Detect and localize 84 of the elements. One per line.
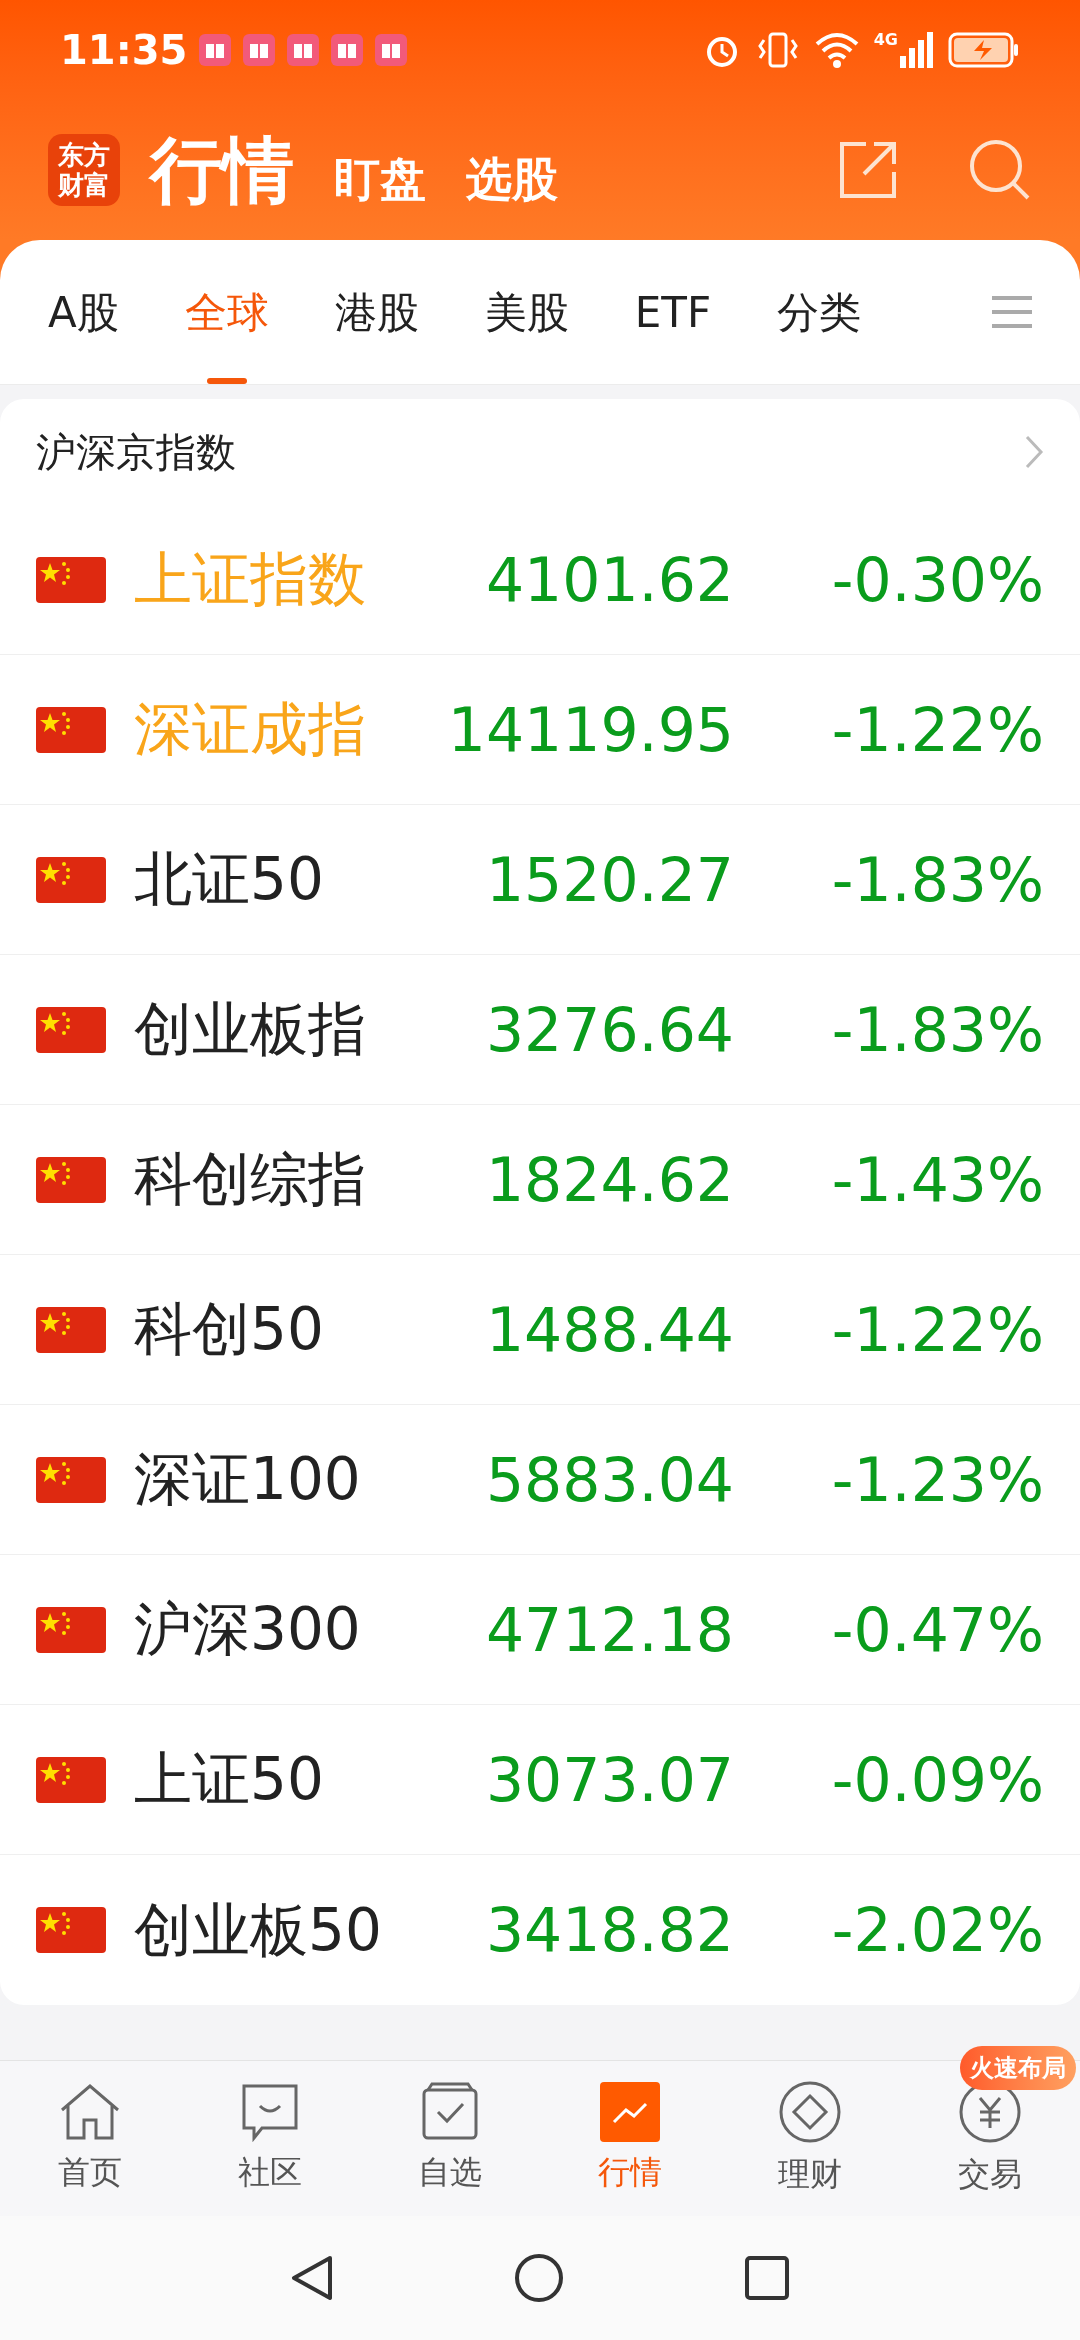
battery-icon [948, 32, 1020, 68]
network-label: 4G [873, 32, 898, 48]
menu-icon[interactable] [992, 295, 1032, 329]
notification-icon [287, 34, 320, 66]
nav-tab[interactable]: 理财 [778, 2079, 842, 2198]
index-price: 1520.27 [484, 843, 734, 917]
nav-tab[interactable]: 社区 [238, 2081, 302, 2196]
index-price: 3276.64 [484, 993, 734, 1067]
home-icon [58, 2081, 122, 2142]
index-row[interactable]: 上证50 3073.07 -0.09% [0, 1705, 1080, 1855]
market-tab[interactable]: ETF [634, 240, 712, 384]
index-name: 科创50 [134, 1294, 325, 1365]
home-button-icon[interactable] [514, 2253, 564, 2303]
index-row[interactable]: 创业板50 3418.82 -2.02% [0, 1855, 1080, 2005]
notification-icon [331, 34, 364, 66]
signal-icon [900, 32, 934, 68]
index-name: 北证50 [134, 844, 325, 915]
promo-tooltip: 火速布局 [960, 2045, 1076, 2090]
index-row[interactable]: 深证成指 14119.95 -1.22% [0, 655, 1080, 805]
index-row[interactable]: 北证50 1520.27 -1.83% [0, 805, 1080, 955]
flag-icon [36, 1907, 106, 1953]
page-title: 行情 [150, 127, 294, 214]
index-name: 深证成指 [134, 694, 367, 765]
market-tab[interactable]: A股 [48, 240, 119, 384]
notification-icon [243, 34, 276, 66]
index-row[interactable]: 创业板指 3276.64 -1.83% [0, 955, 1080, 1105]
tab-indicator [206, 378, 247, 384]
app-logo: 东方财富 [48, 134, 120, 206]
index-name: 科创综指 [134, 1144, 367, 1215]
index-row[interactable]: 科创50 1488.44 -1.22% [0, 1255, 1080, 1405]
flag-icon [36, 856, 106, 903]
index-name: 上证50 [134, 1744, 325, 1815]
market-tab[interactable]: 分类 [777, 240, 862, 384]
nav-tab[interactable]: 首页 [58, 2081, 122, 2196]
flag-icon [36, 1456, 106, 1503]
share-icon[interactable] [838, 140, 898, 200]
index-change: -2.02% [830, 1894, 1044, 1967]
index-price: 5883.04 [484, 1443, 734, 1517]
index-price: 1824.62 [484, 1143, 734, 1217]
search-icon[interactable] [968, 138, 1032, 202]
index-name: 深证100 [134, 1444, 362, 1515]
status-time: 11:35 [60, 26, 188, 75]
index-price: 14119.95 [446, 693, 734, 767]
index-name: 创业板指 [134, 994, 367, 1065]
index-change: -1.83% [830, 993, 1044, 1067]
index-name: 创业板50 [134, 1894, 383, 1966]
index-change: -1.22% [830, 693, 1044, 767]
flag-icon [36, 1606, 106, 1653]
index-price: 4101.62 [484, 543, 734, 617]
nav-tab[interactable]: 自选 [418, 2081, 482, 2196]
flag-icon [36, 706, 106, 753]
wifi-icon [813, 30, 860, 70]
index-change: -1.83% [830, 843, 1044, 917]
index-price: 3418.82 [484, 1894, 734, 1967]
index-change: -1.22% [830, 1293, 1044, 1367]
flag-icon [36, 1156, 106, 1203]
notification-icon [199, 34, 232, 66]
index-change: -1.43% [830, 1143, 1044, 1217]
market-tab[interactable]: 美股 [484, 240, 569, 384]
chart-icon [600, 2081, 660, 2142]
index-change: -1.23% [830, 1443, 1044, 1517]
recents-icon[interactable] [744, 2255, 790, 2301]
index-change: -0.30% [830, 543, 1044, 617]
back-icon[interactable] [290, 2254, 334, 2302]
index-row[interactable]: 上证指数 4101.62 -0.30% [0, 505, 1080, 655]
flag-icon [36, 556, 106, 603]
index-change: -0.47% [830, 1593, 1044, 1667]
index-price: 1488.44 [484, 1293, 734, 1367]
chevron-right-icon[interactable] [1024, 434, 1044, 470]
flag-icon [36, 1306, 106, 1353]
section-title: 沪深京指数 [36, 428, 236, 477]
index-change: -0.09% [830, 1743, 1044, 1817]
index-price: 3073.07 [484, 1743, 734, 1817]
notification-icon [375, 34, 408, 66]
index-name: 沪深300 [134, 1594, 362, 1665]
flag-icon [36, 1756, 106, 1803]
flag-icon [36, 1006, 106, 1053]
index-row[interactable]: 科创综指 1824.62 -1.43% [0, 1105, 1080, 1255]
checkbox-icon [420, 2081, 480, 2142]
index-name: 上证指数 [134, 544, 367, 615]
index-price: 4712.18 [484, 1593, 734, 1667]
market-tab[interactable]: 港股 [334, 240, 419, 384]
index-row[interactable]: 深证100 5883.04 -1.23% [0, 1405, 1080, 1555]
index-row[interactable]: 沪深300 4712.18 -0.47% [0, 1555, 1080, 1705]
